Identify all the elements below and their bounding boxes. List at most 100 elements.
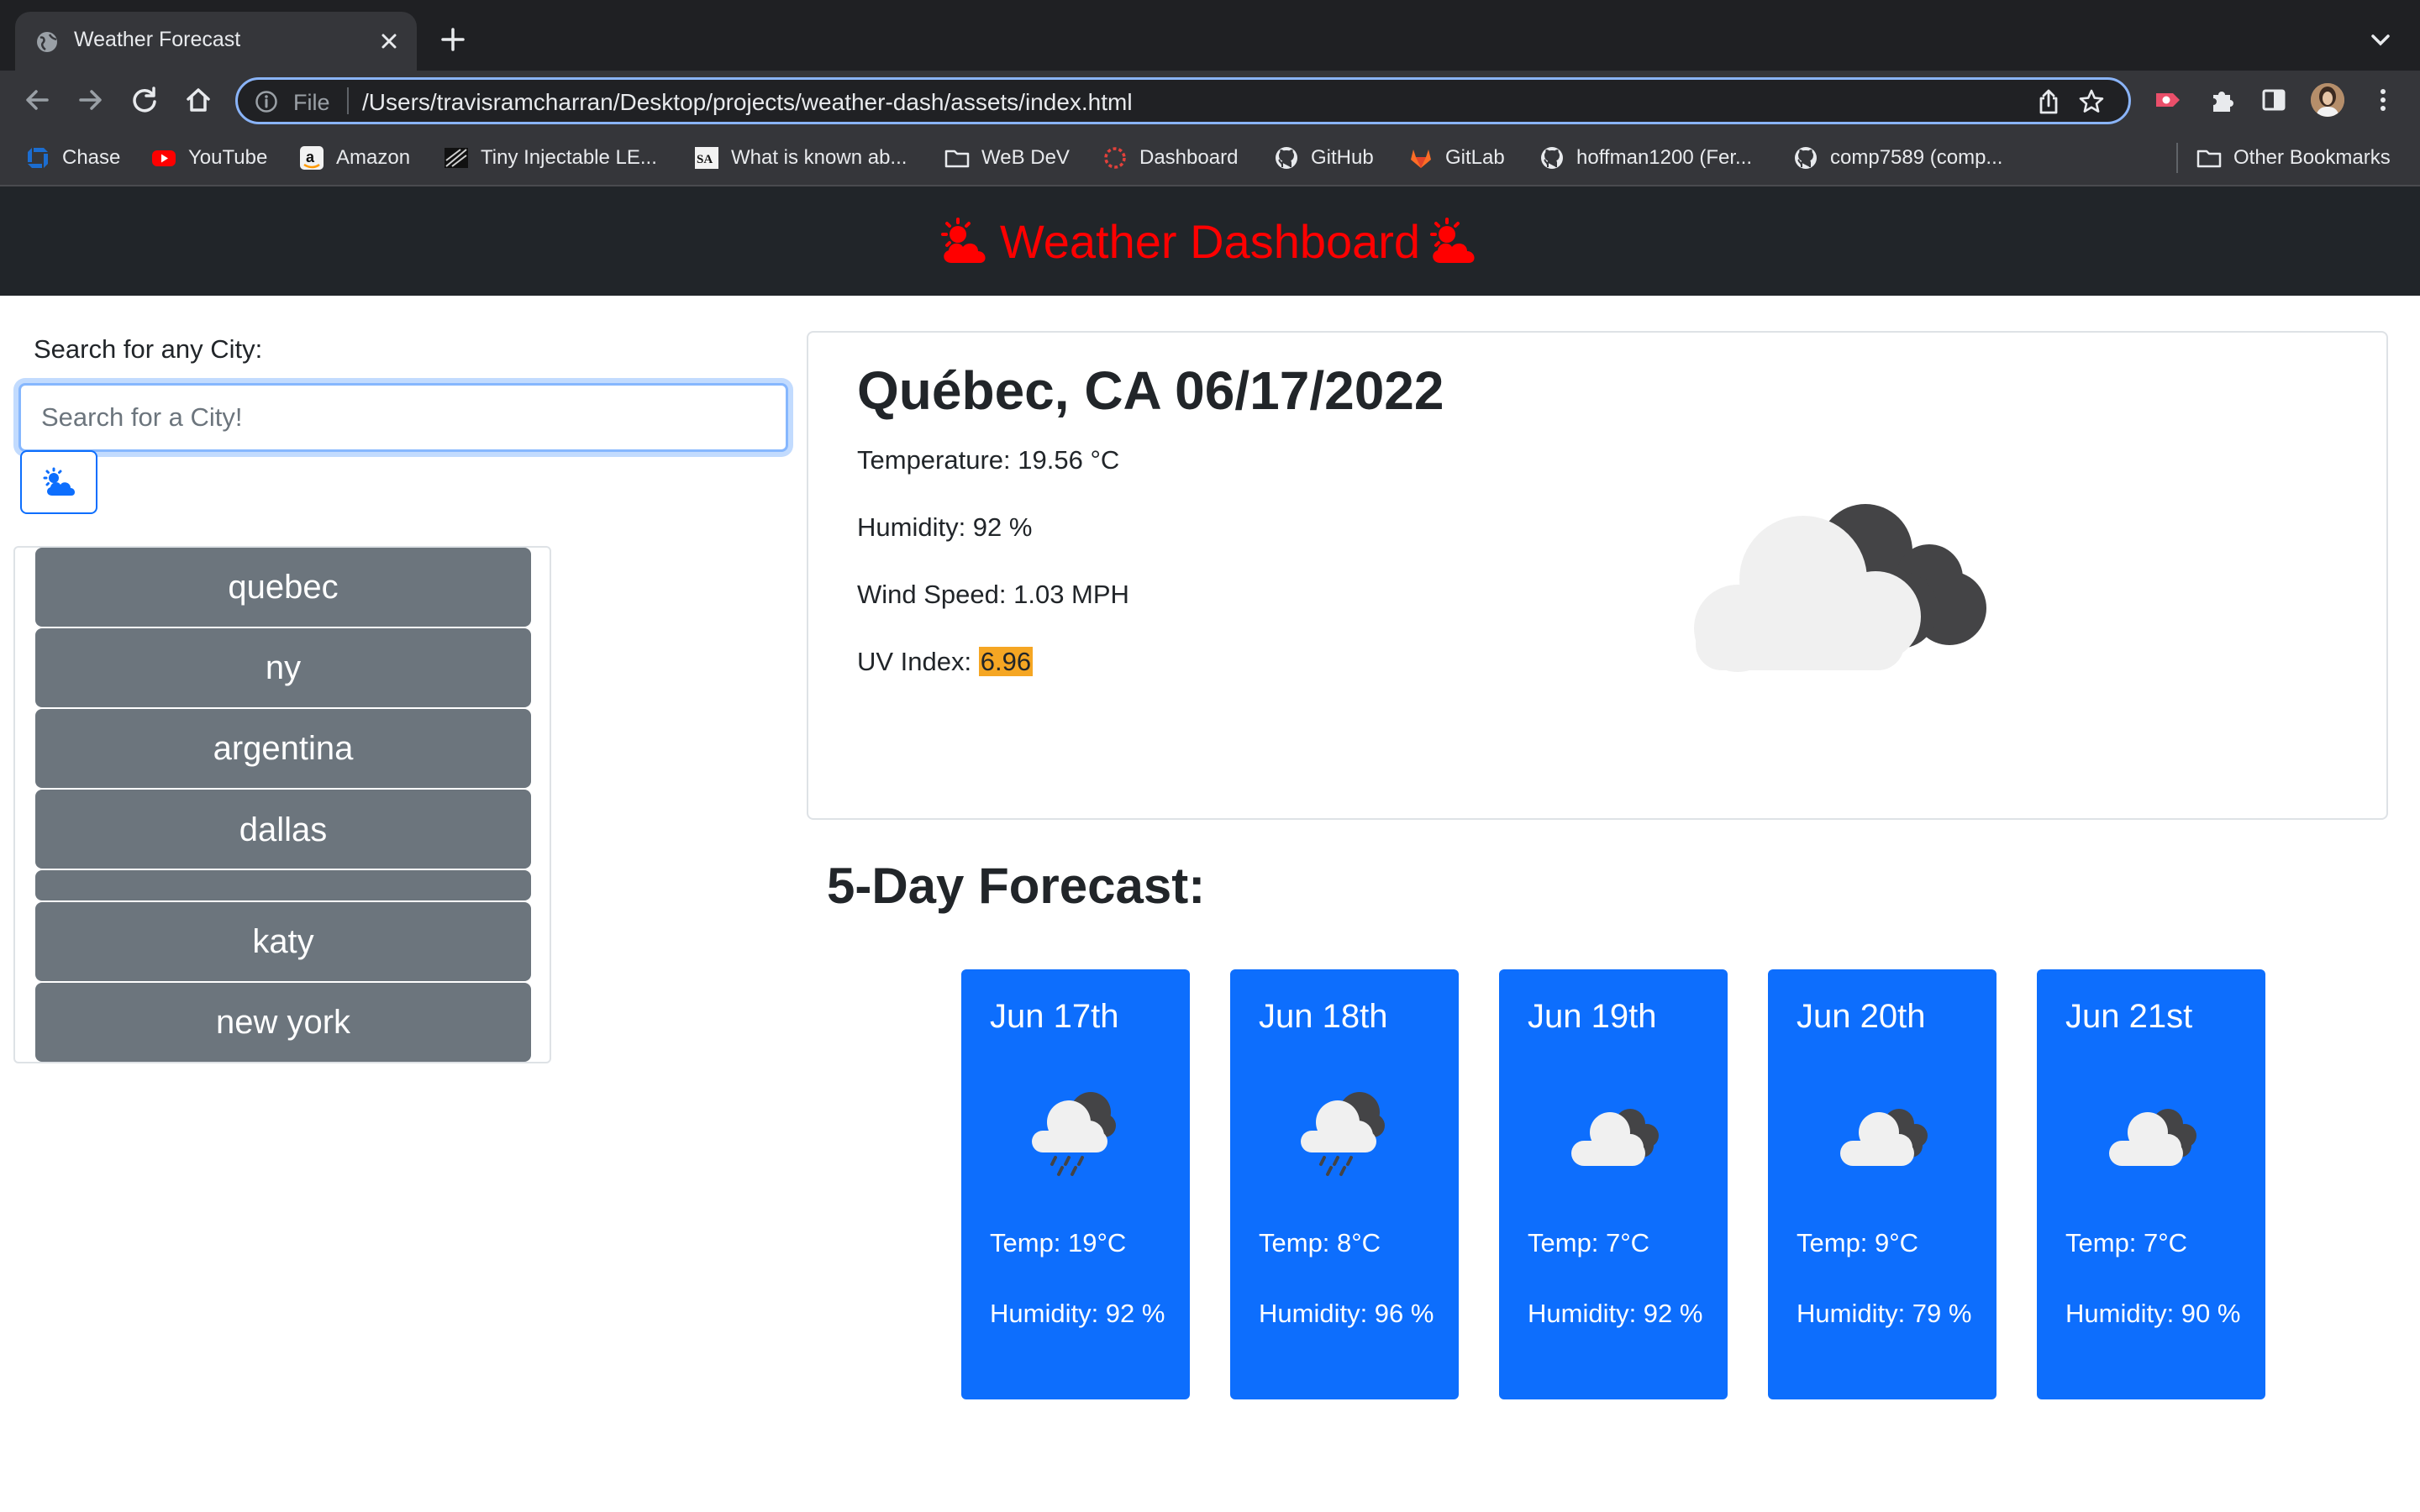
forecast-card: Jun 20th Temp: 9°C Humidity: 79 % — [1768, 969, 1996, 1399]
forecast-title: 5-Day Forecast: — [827, 858, 1206, 914]
close-icon[interactable] — [378, 30, 400, 52]
svg-text:SA: SA — [697, 153, 713, 166]
uv-label: UV Index: — [857, 647, 979, 676]
forecast-card: Jun 17th Temp: 19°C Humidity: 92 % — [961, 969, 1190, 1399]
new-tab-plus-icon[interactable] — [439, 25, 467, 54]
bookmark-amazon[interactable]: a Amazon — [299, 144, 410, 172]
extensions-puzzle-icon[interactable] — [2207, 85, 2237, 115]
dashboard-icon — [1104, 147, 1126, 169]
current-uv-index: UV Index: 6.96 — [857, 647, 1034, 677]
chase-icon — [28, 148, 48, 168]
history-item-new-york[interactable]: new york — [35, 983, 531, 1062]
forecast-temp: Temp: 19°C — [990, 1228, 1127, 1257]
bookmark-gitlab[interactable]: GitLab — [1408, 144, 1505, 172]
bookmark-chase[interactable]: Chase — [25, 144, 120, 172]
forecast-card: Jun 19th Temp: 7°C Humidity: 92 % — [1499, 969, 1728, 1399]
city-search-input[interactable] — [18, 383, 788, 452]
forecast-temp: Temp: 9°C — [1797, 1228, 1919, 1257]
forecast-humidity: Humidity: 92 % — [990, 1299, 1165, 1328]
city-date-title: Québec, CA 06/17/2022 — [857, 360, 1444, 421]
forecast-card: Jun 21st Temp: 7°C Humidity: 90 % — [2037, 969, 2265, 1399]
bookmark-other-bookmarks[interactable]: Other Bookmarks — [2196, 144, 2391, 172]
back-arrow-icon[interactable] — [20, 83, 54, 117]
folder-icon — [2196, 150, 2222, 168]
profile-avatar[interactable] — [2311, 83, 2344, 117]
forecast-humidity: Humidity: 90 % — [2065, 1299, 2241, 1328]
bookmark-hoffman1200[interactable]: hoffman1200 (Fer... — [1539, 144, 1752, 172]
history-item-dallas[interactable]: dallas — [35, 790, 531, 869]
forecast-date: Jun 20th — [1797, 998, 1926, 1035]
bookmark-dashboard[interactable]: Dashboard — [1102, 144, 1238, 172]
forecast-date: Jun 17th — [990, 998, 1119, 1035]
bookmark-what-is-known[interactable]: SA What is known ab... — [694, 144, 907, 172]
forecast-temp: Temp: 7°C — [2065, 1228, 2188, 1257]
rain-cloud-icon — [1032, 1092, 1116, 1176]
home-icon[interactable] — [182, 83, 215, 117]
address-url[interactable]: /Users/travisramcharran/Desktop/projects… — [362, 89, 1133, 116]
tab-strip: Weather Forecast — [0, 0, 2420, 71]
github-icon — [1541, 147, 1563, 169]
page-title-text: Weather Dashboard — [999, 214, 1421, 268]
folder-icon — [944, 150, 970, 168]
reload-icon[interactable] — [128, 83, 161, 117]
share-icon[interactable] — [2036, 88, 2061, 115]
youtube-icon — [152, 150, 176, 166]
bookmarks-bar: Chase YouTube a Amazon Tiny Injectable L… — [0, 129, 2420, 186]
browser-toolbar: File /Users/travisramcharran/Desktop/pro… — [0, 71, 2420, 129]
search-history-list: quebec ny argentina dallas katy new york — [13, 546, 551, 1063]
bookmarks-divider — [2176, 143, 2178, 173]
forecast-date: Jun 18th — [1259, 998, 1388, 1035]
globe-icon — [37, 32, 57, 52]
current-temperature: Temperature: 19.56 °C — [857, 445, 1120, 475]
menu-kebab-icon[interactable] — [2368, 85, 2398, 115]
broken-clouds-icon — [2109, 1109, 2196, 1166]
history-item-argentina[interactable]: argentina — [35, 709, 531, 788]
side-panel-icon[interactable] — [2259, 85, 2289, 115]
forward-arrow-icon[interactable] — [74, 83, 108, 117]
forecast-humidity: Humidity: 79 % — [1797, 1299, 1972, 1328]
history-item-ny[interactable]: ny — [35, 628, 531, 707]
broken-clouds-icon — [1694, 504, 1986, 672]
svg-text:a: a — [306, 149, 315, 165]
current-wind-speed: Wind Speed: 1.03 MPH — [857, 580, 1129, 609]
browser-tab[interactable]: Weather Forecast — [15, 12, 417, 71]
address-bar[interactable]: File /Users/travisramcharran/Desktop/pro… — [235, 77, 2131, 124]
forecast-humidity: Humidity: 92 % — [1528, 1299, 1703, 1328]
address-divider — [347, 87, 349, 114]
current-weather-card: Québec, CA 06/17/2022 Temperature: 19.56… — [807, 331, 2388, 820]
page-title: Weather Dashboard — [0, 186, 2420, 296]
record-extension-icon[interactable] — [2153, 85, 2183, 115]
cloud-sun-icon — [43, 467, 76, 496]
gitlab-icon — [1411, 150, 1431, 168]
history-item-spacer[interactable] — [35, 870, 531, 900]
sun-cloud-icon — [1430, 218, 1475, 263]
bookmark-github[interactable]: GitHub — [1274, 144, 1374, 172]
search-label: Search for any City: — [34, 334, 263, 364]
rain-cloud-icon — [1301, 1092, 1385, 1176]
broken-clouds-icon — [1571, 1109, 1659, 1166]
tab-title: Weather Forecast — [74, 28, 241, 51]
bookmark-star-icon[interactable] — [2078, 88, 2105, 115]
chevron-down-icon[interactable] — [2368, 30, 2393, 50]
history-item-katy[interactable]: katy — [35, 902, 531, 981]
person-photo-icon — [2311, 83, 2344, 117]
github-icon — [1795, 147, 1817, 169]
bookmark-comp7589[interactable]: comp7589 (comp... — [1793, 144, 2002, 172]
history-item-quebec[interactable]: quebec — [35, 548, 531, 627]
forecast-date: Jun 21st — [2065, 998, 2193, 1035]
sa-icon: SA — [695, 147, 718, 169]
broken-clouds-icon — [1840, 1109, 1928, 1166]
github-icon — [1276, 147, 1297, 169]
sun-cloud-icon — [940, 218, 986, 263]
site-icon — [445, 148, 468, 168]
info-icon[interactable] — [255, 90, 278, 113]
forecast-temp: Temp: 8°C — [1259, 1228, 1381, 1257]
bookmark-tiny-injectable[interactable]: Tiny Injectable LE... — [444, 144, 657, 172]
current-humidity: Humidity: 92 % — [857, 512, 1033, 542]
bookmark-youtube[interactable]: YouTube — [151, 144, 267, 172]
amazon-icon: a — [300, 146, 324, 170]
uv-value-badge: 6.96 — [978, 647, 1034, 676]
address-scheme: File — [293, 90, 330, 115]
bookmark-web-dev-folder[interactable]: WeB DeV — [944, 144, 1070, 172]
search-button[interactable] — [20, 450, 97, 514]
